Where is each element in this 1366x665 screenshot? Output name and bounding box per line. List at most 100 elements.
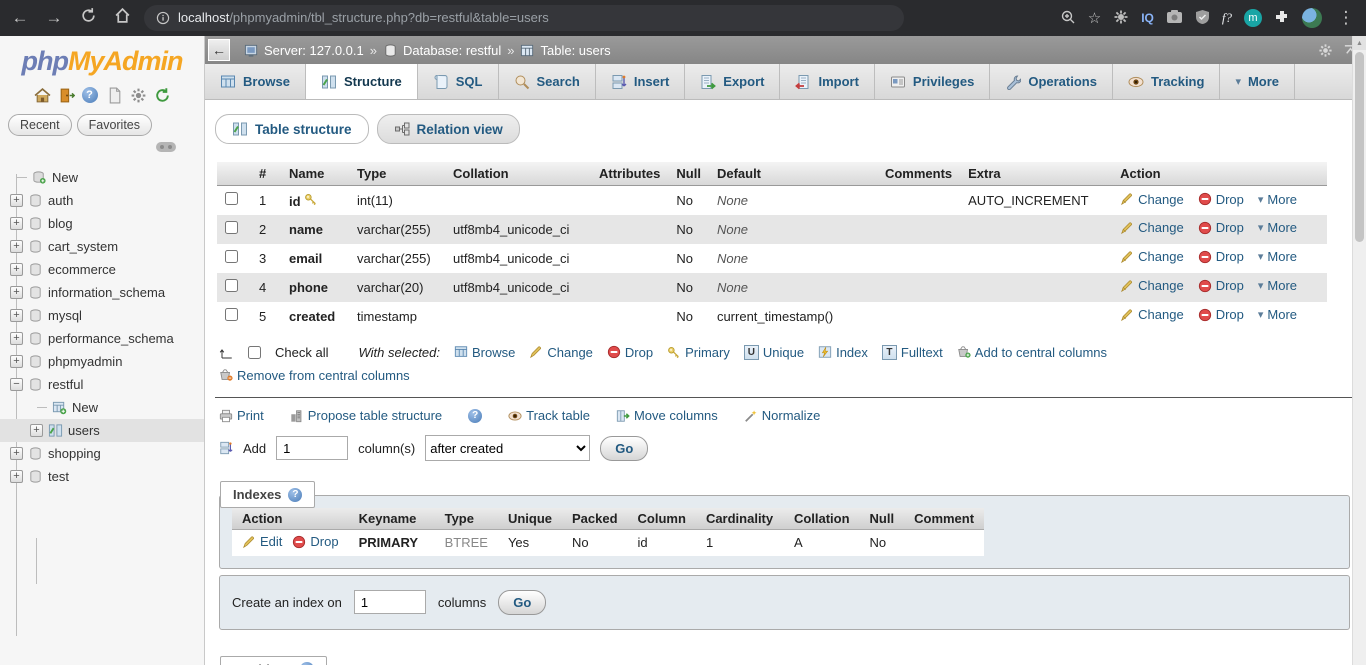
tree-item-mysql[interactable]: + mysql bbox=[0, 304, 204, 327]
zoom-icon[interactable] bbox=[1060, 9, 1076, 28]
subtab-table-structure[interactable]: Table structure bbox=[215, 114, 369, 144]
change-column-link[interactable]: Change bbox=[1120, 249, 1184, 264]
ws-remove-central-link[interactable]: Remove from central columns bbox=[219, 368, 410, 383]
expand-plus-icon[interactable]: + bbox=[10, 286, 23, 299]
breadcrumb-server[interactable]: Server: 127.0.0.1 bbox=[244, 43, 364, 58]
ws-browse-link[interactable]: Browse bbox=[454, 345, 515, 360]
back-icon[interactable]: ← bbox=[8, 8, 32, 28]
expand-plus-icon[interactable]: + bbox=[10, 332, 23, 345]
add-column-go-button[interactable]: Go bbox=[600, 436, 648, 461]
row-checkbox[interactable] bbox=[225, 221, 238, 234]
bookmark-star-icon[interactable]: ☆ bbox=[1088, 9, 1101, 27]
check-all-checkbox[interactable] bbox=[248, 346, 261, 359]
ws-primary-link[interactable]: Primary bbox=[667, 345, 730, 360]
expand-plus-icon[interactable]: + bbox=[10, 355, 23, 368]
tree-item-phpmyadmin[interactable]: + phpmyadmin bbox=[0, 350, 204, 373]
help-icon[interactable]: ? bbox=[288, 488, 302, 502]
ws-drop-link[interactable]: Drop bbox=[607, 345, 653, 360]
ws-unique-link[interactable]: UUnique bbox=[744, 345, 804, 360]
drop-column-link[interactable]: Drop bbox=[1198, 192, 1244, 207]
tree-item-shopping[interactable]: + shopping bbox=[0, 442, 204, 465]
tab-browse[interactable]: Browse bbox=[205, 64, 306, 99]
expand-plus-icon[interactable]: + bbox=[10, 470, 23, 483]
info-icon[interactable] bbox=[156, 11, 170, 25]
tree-item-users[interactable]: + users bbox=[0, 419, 204, 442]
forward-icon[interactable]: → bbox=[42, 8, 66, 28]
collapse-minus-icon[interactable]: − bbox=[10, 378, 23, 391]
tab-privileges[interactable]: Privileges bbox=[875, 64, 990, 99]
help-icon[interactable]: ? bbox=[468, 409, 482, 423]
docs-icon[interactable] bbox=[106, 87, 123, 104]
print-link[interactable]: Print bbox=[219, 408, 264, 423]
home-icon[interactable] bbox=[110, 7, 134, 29]
row-checkbox[interactable] bbox=[225, 279, 238, 292]
camera-extension-icon[interactable] bbox=[1166, 9, 1183, 27]
row-checkbox[interactable] bbox=[225, 308, 238, 321]
drop-column-link[interactable]: Drop bbox=[1198, 307, 1244, 322]
profile-avatar[interactable] bbox=[1302, 8, 1322, 28]
iq-extension-icon[interactable]: IQ bbox=[1141, 11, 1154, 25]
expand-plus-icon[interactable]: + bbox=[10, 194, 23, 207]
tree-item-performance-schema[interactable]: + performance_schema bbox=[0, 327, 204, 350]
tab-tracking[interactable]: Tracking bbox=[1113, 64, 1220, 99]
add-column-count-input[interactable] bbox=[276, 436, 348, 460]
expand-plus-icon[interactable]: + bbox=[10, 309, 23, 322]
f-extension-icon[interactable]: f? bbox=[1222, 10, 1232, 26]
track-table-link[interactable]: Track table bbox=[508, 408, 590, 423]
tree-item-restful[interactable]: − restful bbox=[0, 373, 204, 396]
create-index-go-button[interactable]: Go bbox=[498, 590, 546, 615]
expand-plus-icon[interactable]: + bbox=[10, 240, 23, 253]
more-column-link[interactable]: ▾More bbox=[1258, 278, 1297, 293]
tree-item-blog[interactable]: + blog bbox=[0, 212, 204, 235]
favorites-button[interactable]: Favorites bbox=[77, 114, 152, 136]
drop-column-link[interactable]: Drop bbox=[1198, 220, 1244, 235]
subtab-relation-view[interactable]: Relation view bbox=[377, 114, 520, 144]
check-all-label[interactable]: Check all bbox=[275, 345, 328, 360]
tab-insert[interactable]: Insert bbox=[596, 64, 685, 99]
tree-item-cart-system[interactable]: + cart_system bbox=[0, 235, 204, 258]
tree-item-information-schema[interactable]: + information_schema bbox=[0, 281, 204, 304]
tab-search[interactable]: Search bbox=[499, 64, 596, 99]
expand-plus-icon[interactable]: + bbox=[10, 447, 23, 460]
extensions-puzzle-icon[interactable] bbox=[1274, 9, 1290, 28]
ws-change-link[interactable]: Change bbox=[529, 345, 593, 360]
row-checkbox[interactable] bbox=[225, 250, 238, 263]
tree-item-test[interactable]: + test bbox=[0, 465, 204, 488]
address-bar[interactable]: localhost/phpmyadmin/tbl_structure.php?d… bbox=[144, 5, 904, 31]
move-columns-link[interactable]: Move columns bbox=[616, 408, 718, 423]
reload-icon[interactable] bbox=[76, 7, 100, 29]
scrollbar-up-icon[interactable]: ▲ bbox=[1353, 36, 1366, 50]
help-icon[interactable]: ? bbox=[82, 87, 99, 104]
tab-export[interactable]: Export bbox=[685, 64, 780, 99]
drop-index-link[interactable]: Drop bbox=[292, 534, 338, 549]
panel-collapse-icon[interactable]: ← bbox=[208, 39, 230, 61]
tab-sql[interactable]: SQL bbox=[418, 64, 499, 99]
more-column-link[interactable]: ▾More bbox=[1258, 249, 1297, 264]
recent-button[interactable]: Recent bbox=[8, 114, 72, 136]
gear-extension-icon[interactable] bbox=[1113, 9, 1129, 28]
home-nav-icon[interactable] bbox=[34, 87, 51, 104]
shield-extension-icon[interactable] bbox=[1195, 9, 1210, 28]
change-column-link[interactable]: Change bbox=[1120, 307, 1184, 322]
tree-item-new-table[interactable]: New bbox=[0, 396, 204, 419]
change-column-link[interactable]: Change bbox=[1120, 220, 1184, 235]
edit-index-link[interactable]: Edit bbox=[242, 534, 282, 549]
propose-structure-link[interactable]: Propose table structure bbox=[290, 408, 442, 423]
more-column-link[interactable]: ▾More bbox=[1258, 192, 1297, 207]
chrome-menu-icon[interactable]: ⋮ bbox=[1334, 8, 1358, 28]
change-column-link[interactable]: Change bbox=[1120, 278, 1184, 293]
tree-item-new-database[interactable]: New bbox=[0, 166, 204, 189]
ws-index-link[interactable]: Index bbox=[818, 345, 868, 360]
expand-plus-icon[interactable]: + bbox=[30, 424, 43, 437]
change-column-link[interactable]: Change bbox=[1120, 192, 1184, 207]
breadcrumb-table[interactable]: Table: users bbox=[520, 43, 610, 58]
page-settings-gear-icon[interactable] bbox=[1318, 43, 1333, 58]
create-index-count-input[interactable] bbox=[354, 590, 426, 614]
tab-import[interactable]: Import bbox=[780, 64, 874, 99]
ws-fulltext-link[interactable]: TFulltext bbox=[882, 345, 943, 360]
tab-structure[interactable]: Structure bbox=[306, 64, 418, 99]
row-checkbox[interactable] bbox=[225, 192, 238, 205]
refresh-icon[interactable] bbox=[154, 87, 171, 104]
page-scrollbar[interactable]: ▲ bbox=[1352, 36, 1366, 665]
normalize-link[interactable]: Normalize bbox=[744, 408, 821, 423]
